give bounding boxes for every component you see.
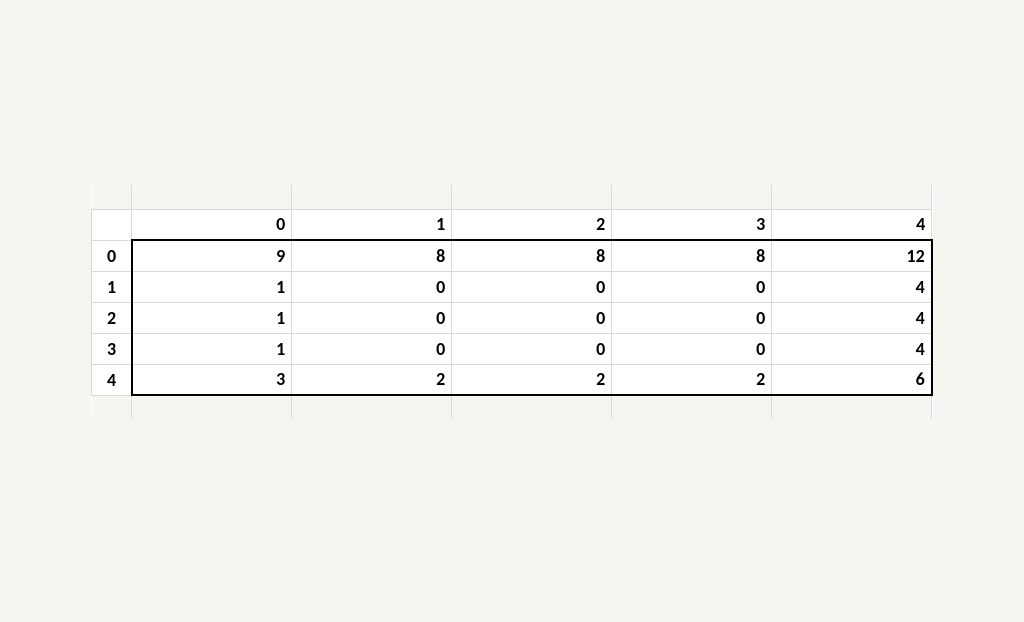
table-row: 2 1 0 0 0 4 bbox=[92, 302, 932, 333]
cell: 2 bbox=[612, 364, 772, 395]
cell: 2 bbox=[452, 364, 612, 395]
cell: 4 bbox=[772, 333, 932, 364]
table-row: 3 1 0 0 0 4 bbox=[92, 333, 932, 364]
cell: 4 bbox=[772, 271, 932, 302]
cell: 0 bbox=[612, 333, 772, 364]
data-table: 0 1 2 3 4 0 9 8 8 8 12 1 1 0 0 0 4 2 1 0… bbox=[91, 185, 933, 419]
cell: 9 bbox=[132, 240, 292, 271]
column-header-row: 0 1 2 3 4 bbox=[92, 209, 932, 240]
cell: 0 bbox=[452, 271, 612, 302]
row-index: 4 bbox=[92, 364, 132, 395]
cell: 4 bbox=[772, 302, 932, 333]
row-index: 1 bbox=[92, 271, 132, 302]
cell: 2 bbox=[292, 364, 452, 395]
grid-tail-top bbox=[92, 185, 932, 209]
cell: 3 bbox=[132, 364, 292, 395]
table-row: 0 9 8 8 8 12 bbox=[92, 240, 932, 271]
cell: 0 bbox=[292, 271, 452, 302]
table-row: 4 3 2 2 2 6 bbox=[92, 364, 932, 395]
row-index: 0 bbox=[92, 240, 132, 271]
cell: 0 bbox=[292, 333, 452, 364]
cell: 0 bbox=[452, 333, 612, 364]
cell: 0 bbox=[292, 302, 452, 333]
row-index: 2 bbox=[92, 302, 132, 333]
cell: 8 bbox=[292, 240, 452, 271]
cell: 8 bbox=[452, 240, 612, 271]
cell: 1 bbox=[132, 302, 292, 333]
cell: 12 bbox=[772, 240, 932, 271]
col-header: 2 bbox=[452, 209, 612, 240]
cell: 0 bbox=[452, 302, 612, 333]
cell: 1 bbox=[132, 333, 292, 364]
col-header: 1 bbox=[292, 209, 452, 240]
col-header: 3 bbox=[612, 209, 772, 240]
col-header: 4 bbox=[772, 209, 932, 240]
cell: 6 bbox=[772, 364, 932, 395]
table-row: 1 1 0 0 0 4 bbox=[92, 271, 932, 302]
grid-tail-bottom bbox=[92, 395, 932, 419]
data-table-wrapper: 0 1 2 3 4 0 9 8 8 8 12 1 1 0 0 0 4 2 1 0… bbox=[91, 185, 933, 419]
cell: 0 bbox=[612, 302, 772, 333]
cell: 8 bbox=[612, 240, 772, 271]
row-index: 3 bbox=[92, 333, 132, 364]
col-header: 0 bbox=[132, 209, 292, 240]
cell: 0 bbox=[612, 271, 772, 302]
corner-cell bbox=[92, 209, 132, 240]
cell: 1 bbox=[132, 271, 292, 302]
